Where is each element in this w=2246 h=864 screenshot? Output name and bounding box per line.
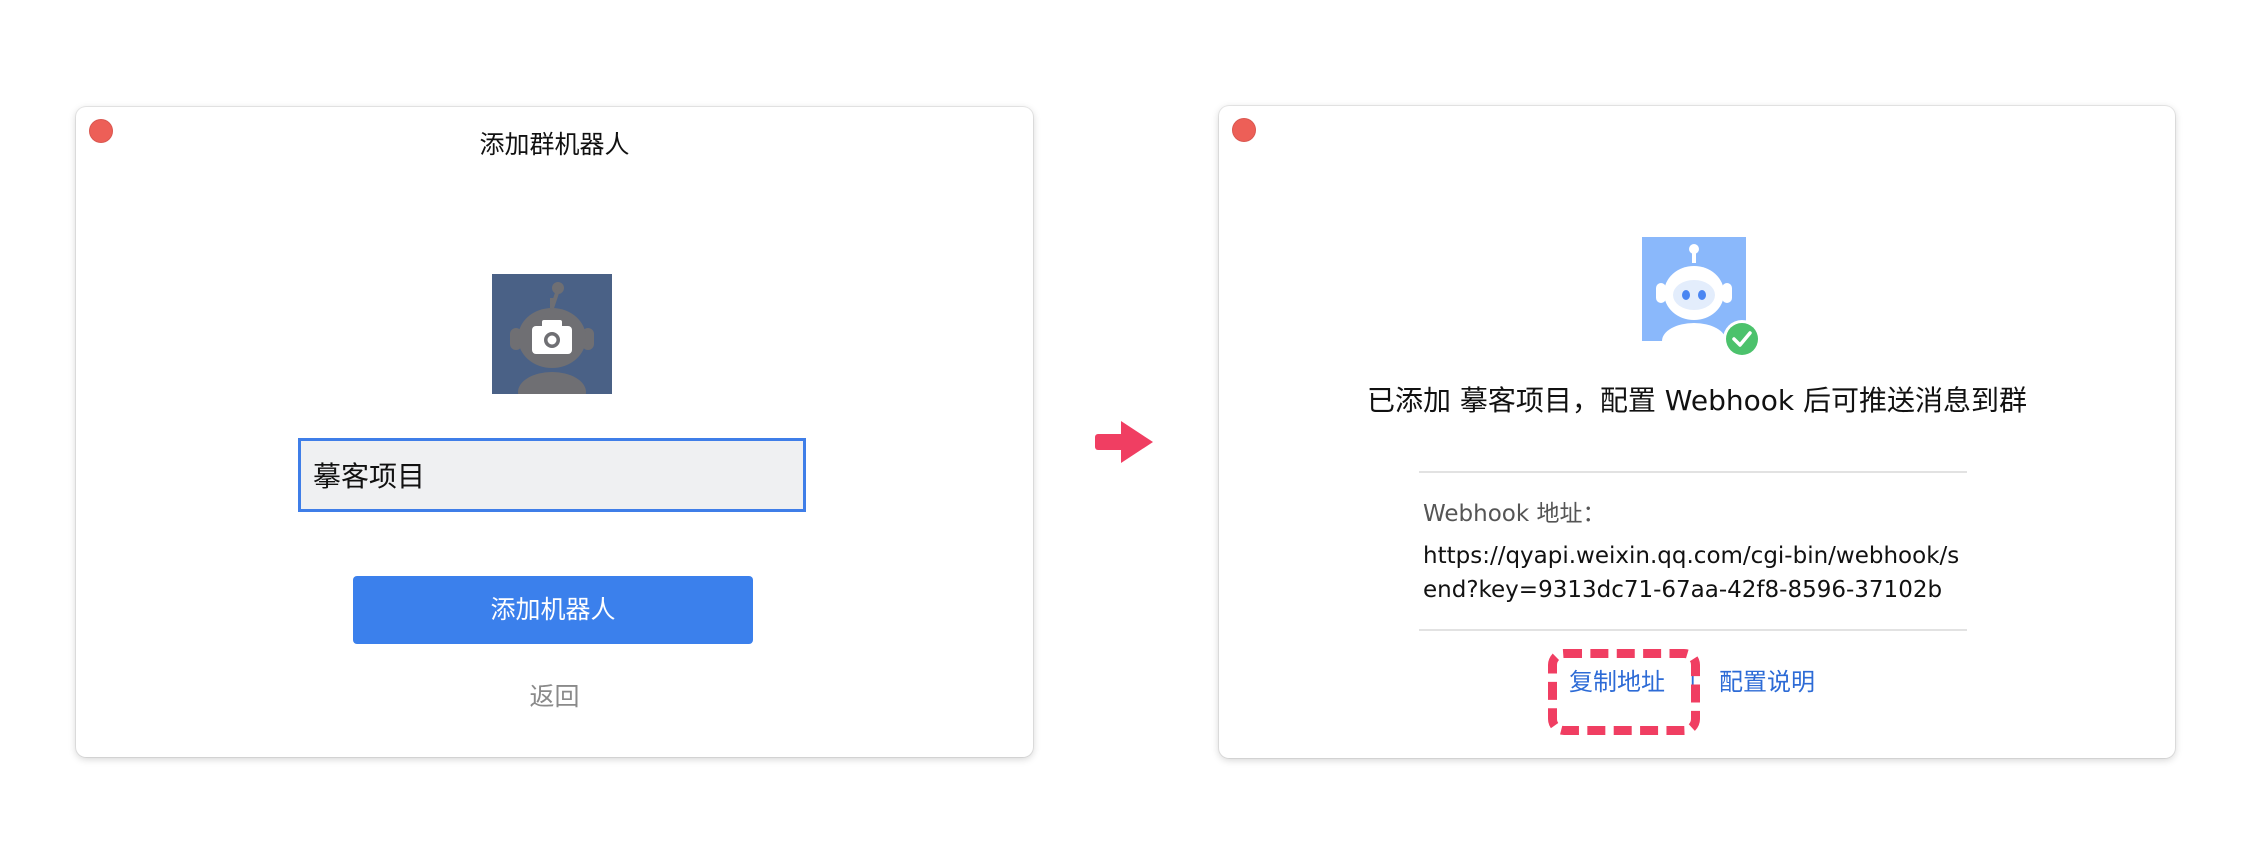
divider [1419, 629, 1967, 631]
robot-avatar-upload[interactable] [492, 274, 612, 394]
window-title: 添加群机器人 [479, 130, 630, 159]
robot-added-window: 已添加 摹客项目，配置 Webhook 后可推送消息到群 Webhook 地址：… [1219, 106, 2175, 758]
close-icon[interactable] [1232, 118, 1256, 142]
back-link[interactable]: 返回 [76, 677, 1033, 713]
link-separator: | [1689, 663, 1697, 688]
right-arrow-icon [1095, 421, 1153, 463]
success-message: 已添加 摹客项目，配置 Webhook 后可推送消息到群 [1367, 384, 2027, 417]
webhook-url: https://qyapi.weixin.qq.com/cgi-bin/webh… [1423, 543, 1960, 603]
webhook-label: Webhook 地址： [1423, 501, 1606, 527]
config-help-link[interactable]: 配置说明 [1719, 662, 1815, 697]
robot-camera-icon [510, 282, 594, 394]
add-robot-window: 添加群机器人 添加机器人 返回 [76, 107, 1033, 757]
divider [1419, 471, 1967, 473]
check-badge-icon [1723, 320, 1761, 358]
copy-address-link[interactable]: 复制地址 [1569, 662, 1665, 697]
add-robot-button[interactable]: 添加机器人 [353, 576, 753, 644]
robot-name-input[interactable] [298, 438, 806, 512]
